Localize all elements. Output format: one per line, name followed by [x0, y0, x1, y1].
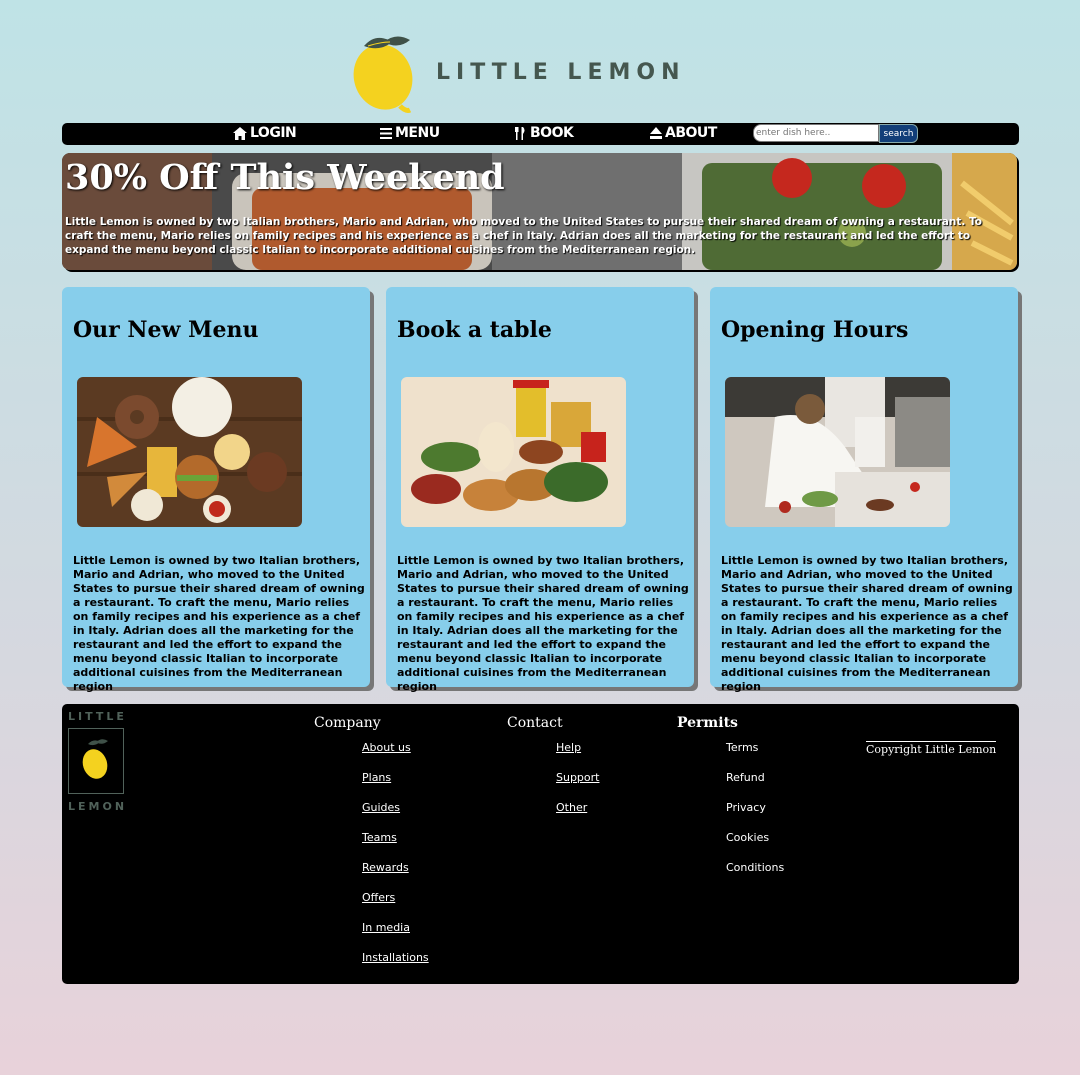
nav-menu[interactable]: MENU: [380, 125, 440, 141]
utensils-icon: [515, 126, 525, 140]
card-title: Book a table: [397, 317, 552, 343]
fast-food-image: [77, 377, 302, 527]
card-new-menu: Our New Menu Little Lemon is owned by tw…: [62, 287, 370, 693]
footer-lemon-icon: [68, 728, 124, 794]
card-opening-hours: Opening Hours Little Lemon is owned by t…: [710, 287, 1018, 693]
main-nav: LOGIN MENU BOOK ABOUT search: [62, 123, 1019, 145]
search-form: search: [753, 124, 918, 143]
footer-link[interactable]: Support: [556, 770, 599, 800]
nav-login[interactable]: LOGIN: [233, 125, 297, 141]
card-title: Opening Hours: [721, 317, 909, 343]
search-button[interactable]: search: [879, 124, 918, 143]
lemon-icon: [353, 36, 413, 113]
nav-book-label: BOOK: [530, 125, 574, 141]
meal-combo-image: [401, 377, 626, 527]
footer-link[interactable]: About us: [362, 740, 429, 770]
nav-menu-label: MENU: [395, 125, 440, 141]
nav-login-label: LOGIN: [250, 125, 297, 141]
footer-column-permits: Terms Refund Privacy Cookies Conditions: [726, 740, 784, 890]
footer-column-company: About us Plans Guides Teams Rewards Offe…: [362, 740, 429, 980]
promo-title: 30% Off This Weekend: [65, 157, 505, 198]
eject-icon: [650, 127, 662, 139]
nav-about-label: ABOUT: [665, 125, 717, 141]
footer-link[interactable]: Help: [556, 740, 599, 770]
card-title: Our New Menu: [73, 317, 259, 343]
footer-link[interactable]: Guides: [362, 800, 429, 830]
brand-name: LITTLE LEMON: [436, 60, 686, 85]
chef-kitchen-image: [725, 377, 950, 527]
footer-heading-company: Company: [314, 715, 381, 731]
footer-item[interactable]: Refund: [726, 770, 784, 800]
footer-link[interactable]: In media: [362, 920, 429, 950]
footer-column-contact: Help Support Other: [556, 740, 599, 830]
footer-logo-bottom: LEMON: [68, 800, 128, 813]
promo-text: Little Lemon is owned by two Italian bro…: [65, 216, 982, 256]
footer-link[interactable]: Rewards: [362, 860, 429, 890]
card-book-table: Book a table Little Lemon is owned by tw…: [386, 287, 694, 693]
footer-heading-contact: Contact: [507, 715, 563, 731]
footer-logo[interactable]: LITTLE LEMON: [68, 710, 128, 820]
footer-item[interactable]: Cookies: [726, 830, 784, 860]
site-footer: LITTLE LEMON Company About us Plans Guid…: [62, 704, 1019, 984]
footer-link[interactable]: Other: [556, 800, 599, 830]
promo-banner: 30% Off This Weekend Little Lemon is own…: [62, 153, 1017, 270]
card-text: Little Lemon is owned by two Italian bro…: [397, 554, 689, 693]
card-text: Little Lemon is owned by two Italian bro…: [721, 554, 1013, 693]
footer-link[interactable]: Offers: [362, 890, 429, 920]
footer-heading-permits: Permits: [677, 715, 738, 731]
site-logo[interactable]: LITTLE LEMON: [350, 34, 740, 114]
nav-book[interactable]: BOOK: [515, 125, 574, 141]
card-text: Little Lemon is owned by two Italian bro…: [73, 554, 365, 693]
footer-logo-top: LITTLE: [68, 710, 127, 723]
footer-link[interactable]: Installations: [362, 950, 429, 980]
home-icon: [233, 126, 247, 140]
footer-link[interactable]: Plans: [362, 770, 429, 800]
footer-item[interactable]: Conditions: [726, 860, 784, 890]
nav-about[interactable]: ABOUT: [650, 125, 717, 141]
footer-link[interactable]: Teams: [362, 830, 429, 860]
copyright-text: Copyright Little Lemon: [866, 741, 997, 756]
footer-item[interactable]: Privacy: [726, 800, 784, 830]
menu-icon: [380, 127, 392, 139]
search-input[interactable]: [753, 124, 879, 142]
footer-item[interactable]: Terms: [726, 740, 784, 770]
